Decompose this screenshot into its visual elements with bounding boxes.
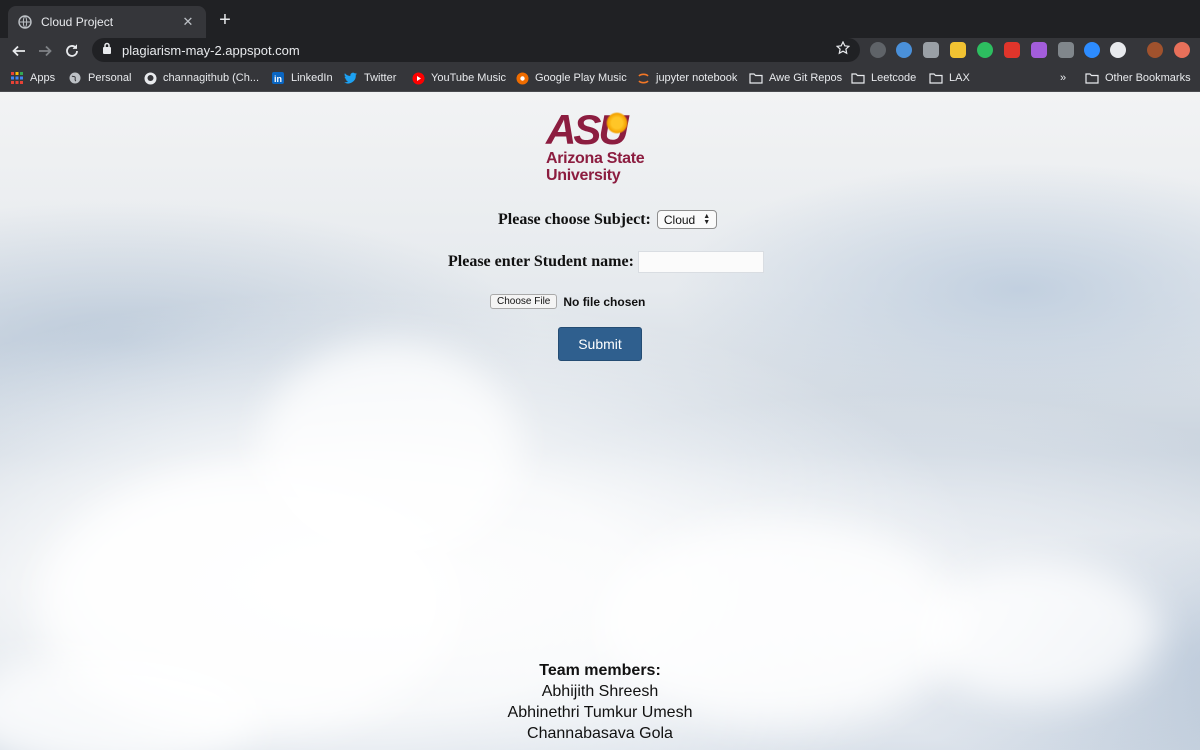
student-name-input[interactable] — [637, 251, 764, 273]
select-arrows-icon: ▲ ▼ — [703, 212, 711, 226]
extension-upload-icon[interactable] — [1174, 42, 1190, 58]
extension-chat-icon[interactable] — [923, 42, 939, 58]
asu-logo-mark: ASU — [546, 106, 629, 153]
team-members-section: Team members: Abhijith Shreesh Abhinethr… — [400, 660, 800, 744]
bookmark-label: Other Bookmarks — [1105, 72, 1191, 84]
zoom-icon[interactable] — [1084, 42, 1100, 58]
bookmark-jupyter[interactable]: jupyter notebook — [636, 70, 737, 86]
extension-check-icon[interactable] — [896, 42, 912, 58]
forward-arrow-icon[interactable] — [34, 40, 56, 62]
address-bar[interactable]: plagiarism-may-2.appspot.com — [92, 38, 860, 62]
bookmark-label: Awe Git Repos — [769, 72, 843, 84]
google-play-music-icon — [515, 71, 529, 85]
apps-grid-icon — [10, 71, 24, 85]
bookmark-label: jupyter notebook — [656, 72, 738, 84]
bookmark-linkedin[interactable]: in LinkedIn — [271, 70, 333, 86]
page-content: ASU Arizona State University Please choo… — [0, 92, 1200, 750]
bookmark-personal[interactable]: Personal — [68, 70, 131, 86]
linkedin-icon: in — [271, 71, 285, 85]
extension-pdf-icon[interactable] — [1004, 42, 1020, 58]
globe-icon — [68, 71, 82, 85]
bookmark-google-play-music[interactable]: Google Play Music — [515, 70, 627, 86]
bookmark-star-icon[interactable] — [835, 40, 851, 60]
browser-toolbar: plagiarism-may-2.appspot.com — [0, 38, 1200, 64]
bookmark-folder-awe-git-repos[interactable]: Awe Git Repos — [749, 70, 842, 86]
reload-icon[interactable] — [61, 40, 83, 62]
bookmark-label: channagithub (Ch... — [163, 72, 260, 84]
folder-icon — [851, 71, 865, 85]
bookmark-youtube-music[interactable]: YouTube Music — [411, 70, 506, 86]
github-icon — [143, 71, 157, 85]
student-row: Please enter Student name: — [448, 251, 764, 273]
subject-row: Please choose Subject: Cloud ▲ ▼ — [498, 210, 718, 229]
team-member: Channabasava Gola — [527, 725, 673, 742]
choose-file-button[interactable]: Choose File — [490, 294, 558, 309]
globe-icon — [18, 15, 32, 29]
bookmark-label: Google Play Music — [535, 72, 627, 84]
extension-face-icon[interactable] — [1110, 42, 1126, 58]
bookmark-github[interactable]: channagithub (Ch... — [143, 70, 259, 86]
bookmark-other-bookmarks[interactable]: Other Bookmarks — [1085, 70, 1191, 86]
asu-logo-name-line2: University — [546, 167, 621, 184]
file-row: Choose File No file chosen — [490, 294, 645, 309]
bookmark-apps[interactable]: Apps — [10, 70, 55, 86]
tab-close-icon[interactable]: ✕ — [180, 14, 196, 30]
svg-text:in: in — [274, 74, 282, 84]
bookmark-folder-leetcode[interactable]: Leetcode — [851, 70, 916, 86]
youtube-music-icon — [411, 71, 425, 85]
asu-logo: ASU Arizona State University — [546, 106, 656, 194]
tab-title: Cloud Project — [41, 15, 114, 29]
team-member: Abhinethri Tumkur Umesh — [507, 704, 693, 721]
bookmark-label: Leetcode — [871, 72, 917, 84]
folder-icon — [929, 71, 943, 85]
sun-icon — [606, 112, 628, 134]
evernote-icon[interactable] — [977, 42, 993, 58]
subject-label: Please choose Subject: — [498, 210, 651, 228]
jupyter-icon — [636, 71, 650, 85]
lock-icon — [102, 41, 112, 59]
team-member: Abhijith Shreesh — [541, 683, 659, 700]
twitter-icon — [344, 71, 358, 85]
cloud-background — [920, 562, 1160, 702]
bookmark-label: Twitter — [364, 72, 397, 84]
avatar[interactable] — [1147, 42, 1163, 58]
folder-icon — [1085, 71, 1099, 85]
file-status-text: No file chosen — [563, 294, 646, 309]
cloud-background — [260, 342, 520, 562]
bookmark-folder-lax[interactable]: LAX — [929, 70, 970, 86]
subject-select-value: Cloud — [663, 212, 696, 227]
bookmark-label: Apps — [30, 72, 56, 84]
student-name-label: Please enter Student name: — [448, 253, 634, 270]
bookmark-label: Personal — [88, 72, 132, 84]
submit-button[interactable]: Submit — [558, 327, 642, 361]
back-arrow-icon[interactable] — [8, 40, 30, 62]
overflow-chevron-icon: » — [1060, 72, 1067, 84]
bookmarks-overflow-button[interactable]: » — [1060, 70, 1066, 86]
tab-strip: Cloud Project ✕ + — [0, 0, 1200, 38]
url-text: plagiarism-may-2.appspot.com — [122, 42, 300, 58]
extension-notes-icon[interactable] — [950, 42, 966, 58]
asu-logo-name-line1: Arizona State — [546, 150, 645, 167]
google-drive-icon[interactable] — [1058, 42, 1074, 58]
folder-icon — [749, 71, 763, 85]
bookmark-label: LAX — [949, 72, 970, 84]
extension-picker-icon[interactable] — [1031, 42, 1047, 58]
subject-select[interactable]: Cloud ▲ ▼ — [656, 210, 718, 229]
team-heading: Team members: — [539, 662, 661, 679]
browser-tab[interactable]: Cloud Project ✕ — [8, 6, 206, 38]
extension-bulb-icon[interactable] — [870, 42, 886, 58]
bookmark-label: LinkedIn — [291, 72, 333, 84]
bookmark-twitter[interactable]: Twitter — [344, 70, 396, 86]
new-tab-button[interactable]: + — [214, 9, 236, 31]
bookmark-label: YouTube Music — [431, 72, 507, 84]
bookmarks-bar: Apps Personal channagithub (Ch... in Lin… — [0, 64, 1200, 92]
